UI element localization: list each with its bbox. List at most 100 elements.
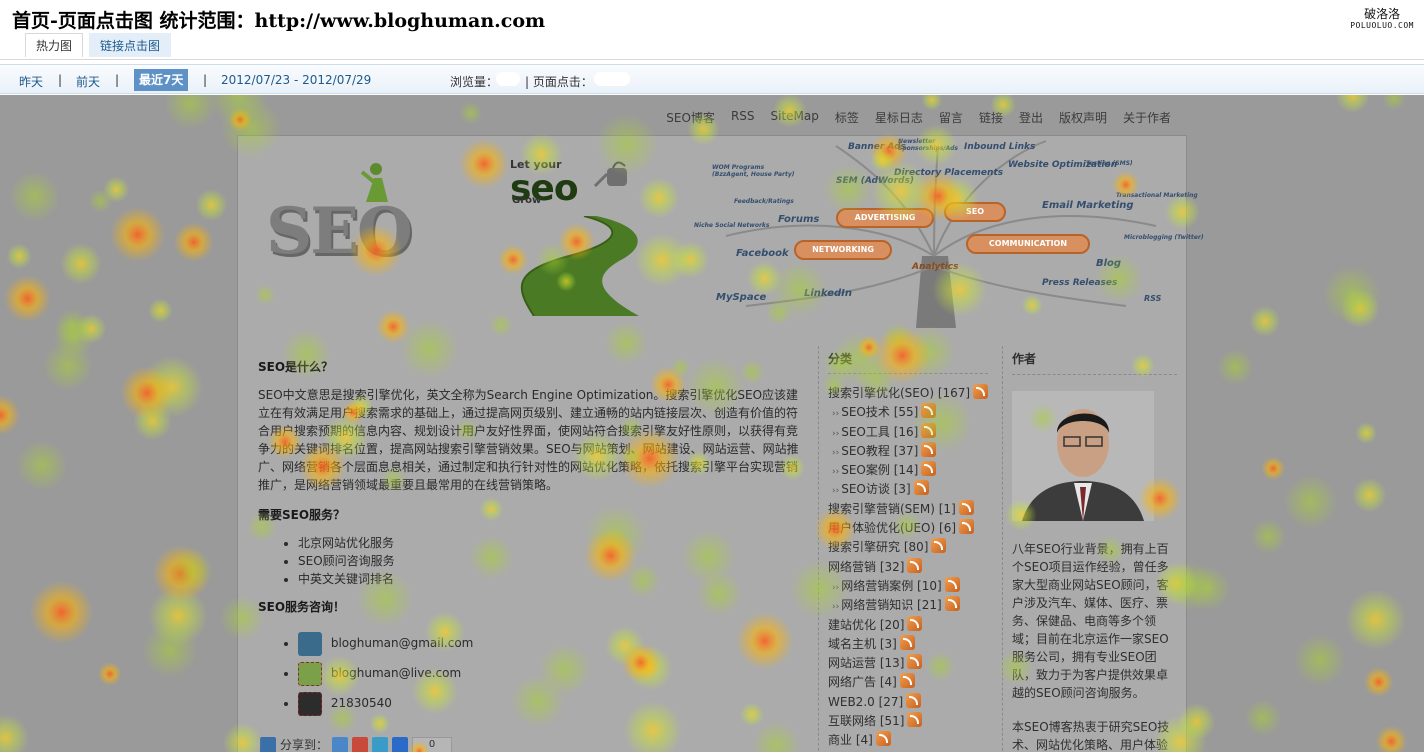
nav-starred[interactable]: 星标日志 [875,109,923,126]
category-label[interactable]: 建站优化 [828,618,876,632]
filter-day-before[interactable]: 前天 [76,73,100,90]
category-item[interactable]: ›› SEO案例 [14] [828,461,988,480]
rss-icon[interactable] [921,403,937,419]
rss-icon[interactable] [944,576,960,592]
category-label[interactable]: SEO访谈 [841,482,890,496]
category-item[interactable]: 搜索引擎优化(SEO) [167] [828,384,989,403]
category-label[interactable]: 商业 [828,733,852,747]
tab-heatmap[interactable]: 热力图 [25,33,84,57]
heat-spot [1345,589,1407,651]
tree-label: Niche Social Networks [694,222,770,229]
category-item[interactable]: WEB2.0 [27] [828,692,988,712]
rss-icon[interactable] [875,731,891,747]
category-count: [32] [879,559,905,574]
nav-copyright[interactable]: 版权声明 [1059,109,1107,126]
list-item[interactable]: 北京网站优化服务 [298,534,803,552]
rss-icon[interactable] [907,615,923,631]
category-item[interactable]: 搜索引擎研究 [80] [828,538,988,557]
rss-icon[interactable] [907,654,923,670]
category-label[interactable]: SEO工具 [841,425,890,439]
tab-link-clicks[interactable]: 链接点击图 [89,33,172,57]
category-label[interactable]: 网络广告 [828,675,876,689]
category-label[interactable]: 网络营销案例 [841,579,913,593]
nav-tags[interactable]: 标签 [835,109,859,126]
category-count: [27] [878,694,904,709]
tree-label: Microblogging (Twitter) [1124,234,1204,241]
rss-icon[interactable] [921,441,937,457]
list-item[interactable]: 中英文关键词排名 [298,570,803,588]
category-label[interactable]: 搜索引擎研究 [828,540,900,554]
nav-rss[interactable]: RSS [731,109,755,126]
qzone-icon[interactable] [332,736,349,752]
rss-icon[interactable] [899,673,915,689]
qq-number[interactable]: 21830540 [331,696,392,710]
category-item[interactable]: 商业 [4] [828,731,988,750]
gmail-address[interactable]: bloghuman@gmail.com [331,636,474,650]
category-item[interactable]: 网站运营 [13] [828,654,988,673]
category-label[interactable]: 网站运营 [828,656,876,670]
category-label[interactable]: 用户体验优化(UEO) [828,521,935,535]
filter-last-7-days[interactable]: 最近7天 [134,69,189,91]
heat-spot [1261,456,1286,481]
rss-icon[interactable] [913,480,929,496]
category-item[interactable]: ›› SEO技术 [55] [828,403,988,422]
rss-icon[interactable] [959,519,975,535]
rss-icon[interactable] [973,384,989,399]
renren-icon[interactable] [392,736,409,752]
rss-icon[interactable] [921,461,937,477]
rss-icon[interactable] [906,692,922,708]
rss-icon[interactable] [944,596,960,612]
rss-icon[interactable] [921,422,937,438]
category-item[interactable]: 搜索引擎营销(SEM) [1] [828,499,988,519]
category-item[interactable]: 域名主机 [3] [828,634,988,654]
nav-seo-blog[interactable]: SEO博客 [666,109,715,126]
tqq-icon[interactable] [372,736,389,752]
category-item[interactable]: ›› SEO工具 [16] [828,422,988,442]
category-label[interactable]: 网络营销 [828,560,876,574]
nav-links[interactable]: 链接 [979,109,1003,126]
date-range[interactable]: 2012/07/23 - 2012/07/29 [221,73,371,87]
category-label[interactable]: WEB2.0 [828,695,875,709]
heat-spot [98,662,122,686]
category-item[interactable]: 网络广告 [4] [828,673,988,692]
category-item[interactable]: 互联网络 [51] [828,712,988,731]
live-address[interactable]: bloghuman@live.com [331,666,461,680]
category-item[interactable]: ›› 网络营销案例 [10] [828,576,988,596]
nav-guestbook[interactable]: 留言 [939,109,963,126]
category-item[interactable]: 用户体验优化(UEO) [6] [828,519,988,538]
category-label[interactable]: SEO教程 [841,444,890,458]
weibo-icon[interactable] [352,736,369,752]
category-label[interactable]: 互联网络 [828,714,876,728]
heat-spot [152,544,210,603]
category-count: [16] [893,424,919,439]
category-label[interactable]: 搜索引擎优化(SEO) [828,386,934,400]
filter-yesterday[interactable]: 昨天 [19,73,43,90]
category-label[interactable]: 搜索引擎营销(SEM) [828,502,935,516]
messenger-icon [298,661,322,686]
category-label[interactable]: SEO案例 [841,463,890,477]
nav-sitemap[interactable]: SiteMap [771,109,819,126]
rss-icon[interactable] [958,499,974,515]
category-label[interactable]: 网络营销知识 [841,598,913,612]
tree-label: SEM (AdWords) [836,176,914,186]
category-item[interactable]: 建站优化 [20] [828,615,988,635]
rss-icon[interactable] [899,634,915,650]
qq-icon [298,691,322,716]
separator: | [203,73,208,87]
category-item[interactable]: ›› SEO教程 [37] [828,441,988,461]
rss-icon[interactable] [907,712,923,728]
rss-icon[interactable] [931,538,947,554]
nav-about[interactable]: 关于作者 [1123,109,1171,126]
nav-logout[interactable]: 登出 [1019,109,1043,126]
category-item[interactable]: ›› 网络营销知识 [21] [828,596,988,615]
category-label[interactable]: SEO技术 [841,405,890,419]
category-item[interactable]: ›› SEO访谈 [3] [828,480,988,499]
category-item[interactable]: 网络营销 [32] [828,557,988,577]
category-label[interactable]: 域名主机 [828,637,876,651]
tree-pill: COMMUNICATION [966,234,1090,254]
tree-label: MySpace [716,292,767,303]
list-item[interactable]: SEO顾问咨询服务 [298,552,803,570]
share-plus-icon[interactable] [260,736,276,752]
pageviews-value [496,72,520,86]
rss-icon[interactable] [907,557,923,573]
